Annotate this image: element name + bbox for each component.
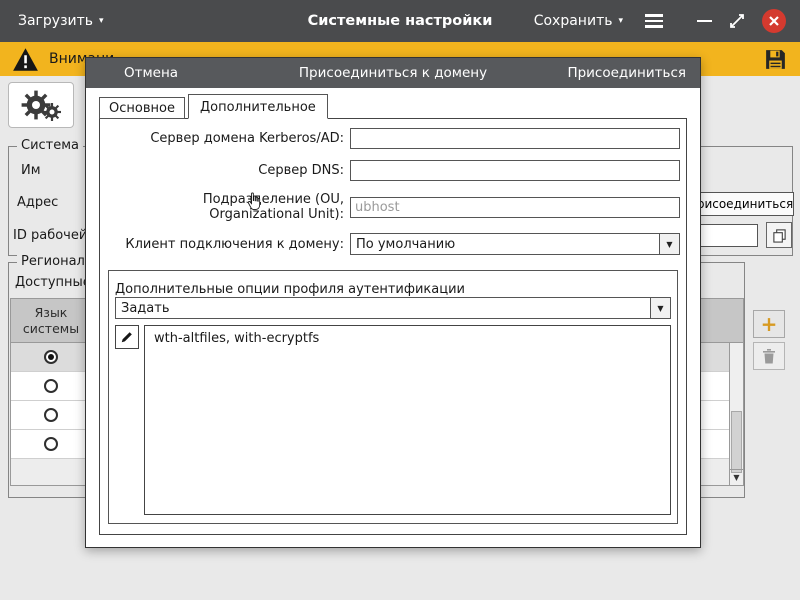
form-row: Сервер DNS: xyxy=(106,160,680,181)
dialog-titlebar: Отмена Присоединиться к домену Присоедин… xyxy=(86,58,700,88)
app-title: Системные настройки xyxy=(307,13,493,29)
join-domain-dialog: Отмена Присоединиться к домену Присоедин… xyxy=(85,57,701,548)
kerberos-server-label: Сервер домена Kerberos/AD: xyxy=(150,131,344,146)
domain-client-select[interactable]: По умолчанию ▼ xyxy=(350,233,680,255)
chevron-down-icon: ▾ xyxy=(618,15,623,26)
join-button[interactable]: Присоединиться xyxy=(567,65,686,81)
address-label: Адрес xyxy=(17,195,59,210)
menu-icon[interactable] xyxy=(645,14,663,28)
language-radio[interactable] xyxy=(44,408,58,422)
cancel-button[interactable]: Отмена xyxy=(124,65,178,81)
trash-icon xyxy=(763,349,775,364)
tab-basic[interactable]: Основное xyxy=(99,97,185,119)
ou-label: Подразделение (OU, Organizational Unit): xyxy=(202,192,344,222)
close-button[interactable] xyxy=(762,9,786,33)
settings-gears-icon xyxy=(8,82,74,128)
form-row: Клиент подключения к домену: По умолчани… xyxy=(106,233,680,255)
copy-button[interactable] xyxy=(766,222,792,248)
table-scrollbar[interactable]: ▼ xyxy=(729,343,743,485)
auth-options-text[interactable]: wth-altfiles, with-ecryptfs xyxy=(144,325,671,515)
dns-server-label: Сервер DNS: xyxy=(258,163,344,178)
save-menu-button[interactable]: Сохранить ▾ xyxy=(534,13,623,29)
warning-icon xyxy=(12,47,39,72)
auth-mode-select[interactable]: Задать ▼ xyxy=(115,297,671,319)
dialog-title: Присоединиться к домену xyxy=(298,65,488,81)
language-radio[interactable] xyxy=(44,379,58,393)
scrollbar-down-button[interactable]: ▼ xyxy=(730,469,743,485)
join-domain-button-partial[interactable]: рисоединиться xyxy=(696,192,794,216)
add-language-button[interactable]: + xyxy=(753,310,785,338)
expand-icon xyxy=(730,14,744,28)
dns-server-input[interactable] xyxy=(350,160,680,181)
tab-bar: Основное Дополнительное xyxy=(99,94,687,119)
close-icon xyxy=(769,16,779,26)
load-menu-button[interactable]: Загрузить ▾ xyxy=(18,13,104,29)
delete-language-button[interactable] xyxy=(753,342,785,370)
copy-icon xyxy=(772,228,786,243)
gear-icon xyxy=(42,103,61,121)
minimize-button[interactable] xyxy=(697,19,712,23)
ou-input[interactable] xyxy=(350,196,680,218)
language-radio-selected[interactable] xyxy=(44,350,58,364)
auth-options-row: wth-altfiles, with-ecryptfs xyxy=(115,325,671,515)
edit-options-button[interactable] xyxy=(115,325,139,349)
chevron-down-icon: ▾ xyxy=(99,15,104,26)
workgroup-id-label: ID рабочей xyxy=(13,228,88,243)
save-file-icon[interactable] xyxy=(763,47,788,72)
app-titlebar: Загрузить ▾ Системные настройки Сохранит… xyxy=(0,0,800,42)
form-row: Сервер домена Kerberos/AD: xyxy=(106,128,680,149)
chevron-down-icon[interactable]: ▼ xyxy=(659,234,679,254)
name-label: Им xyxy=(21,163,41,178)
chevron-down-icon[interactable]: ▼ xyxy=(650,298,670,318)
language-column-header: Язык системы xyxy=(22,304,80,336)
load-label: Загрузить xyxy=(18,13,94,29)
fullscreen-button[interactable] xyxy=(728,12,746,30)
pencil-icon xyxy=(121,332,132,343)
auth-options-legend: Дополнительные опции профиля аутентифика… xyxy=(115,282,465,297)
scrollbar-thumb[interactable] xyxy=(731,411,742,473)
system-legend: Система xyxy=(17,138,84,153)
domain-client-label: Клиент подключения к домену: xyxy=(125,236,344,252)
titlebar-actions: Сохранить ▾ xyxy=(534,9,786,33)
auth-mode-value: Задать xyxy=(121,300,170,316)
language-radio[interactable] xyxy=(44,437,58,451)
domain-client-value: По умолчанию xyxy=(356,236,456,252)
kerberos-server-input[interactable] xyxy=(350,128,680,149)
auth-options-groupbox: Дополнительные опции профиля аутентифика… xyxy=(108,270,678,524)
tab-advanced[interactable]: Дополнительное xyxy=(187,94,328,119)
dialog-body: Основное Дополнительное Сервер домена Ke… xyxy=(86,88,700,547)
tab-content: Сервер домена Kerberos/AD: Сервер DNS: П… xyxy=(99,118,687,535)
form-row: Подразделение (OU, Organizational Unit): xyxy=(106,192,680,222)
save-label: Сохранить xyxy=(533,13,613,29)
